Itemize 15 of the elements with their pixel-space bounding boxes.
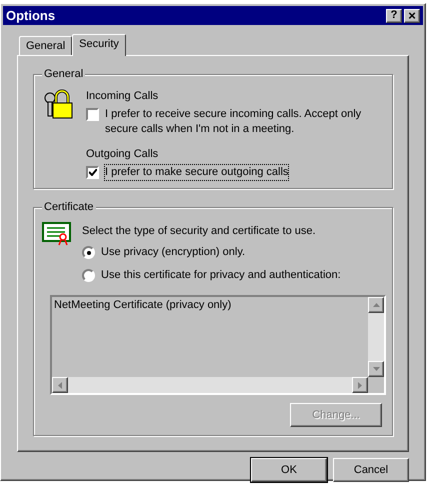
dialog-button[interactable]: Cancel	[333, 458, 409, 482]
checkbox-label: I prefer to make secure outgoing calls	[105, 165, 288, 180]
outgoing-calls-heading: Outgoing Calls	[86, 147, 160, 162]
window-title: Options	[6, 6, 56, 25]
help-button[interactable]: ?	[386, 8, 402, 22]
certificate-description: Select the type of security and certificate to use.	[82, 224, 317, 239]
incoming-calls-heading: Incoming Calls	[86, 89, 160, 104]
tab[interactable]: General	[19, 36, 72, 55]
radio-label: Use privacy (encryption) only.	[101, 245, 246, 260]
radio-label: Use this certificate for privacy and authentication:	[101, 268, 341, 283]
tab[interactable]: Security	[72, 34, 126, 56]
checkbox-label: I prefer to receive secure incoming calls. Accept only secure calls when I'm not in a meeting.	[105, 107, 362, 137]
list-item[interactable]: NetMeeting Certificate (privacy only)	[54, 298, 366, 313]
dialog-button[interactable]: OK	[251, 458, 327, 482]
close-button[interactable]: ×	[404, 8, 420, 22]
